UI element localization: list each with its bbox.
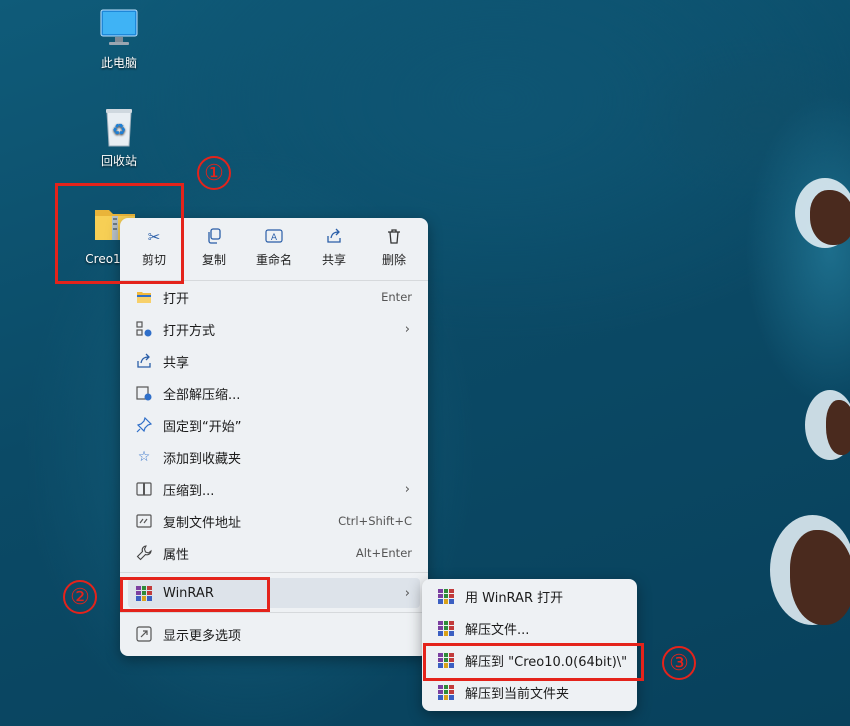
annotation-box-3 (423, 643, 644, 681)
share-button[interactable]: 共享 (308, 228, 360, 274)
wrench-icon (135, 544, 153, 562)
desktop-icon-this-pc[interactable]: 此电脑 (84, 6, 154, 71)
copy-icon (205, 228, 223, 246)
rename-button[interactable]: A 重命名 (248, 228, 300, 274)
menu-item-label: 属性 (163, 547, 190, 563)
menu-item-label: 压缩到... (163, 483, 215, 499)
annotation-marker-1: ① (197, 156, 231, 190)
menu-item-label: 打开方式 (163, 323, 216, 339)
menu-item-add-favorites[interactable]: ☆ 添加到收藏夹 (128, 442, 420, 472)
submenu-item-open-with-winrar[interactable]: 用 WinRAR 打开 (430, 581, 629, 611)
winrar-icon (437, 683, 455, 701)
menu-divider (120, 612, 428, 613)
share-label: 共享 (321, 253, 346, 267)
menu-item-copy-path[interactable]: 复制文件地址 Ctrl+Shift+C (128, 506, 420, 536)
extract-all-icon (135, 384, 153, 402)
trash-icon (385, 228, 403, 246)
pin-icon (135, 416, 153, 434)
menu-item-shortcut: Ctrl+Shift+C (338, 514, 412, 528)
menu-item-pin-to-start[interactable]: 固定到“开始” (128, 410, 420, 440)
chevron-right-icon: › (404, 321, 410, 337)
folder-open-icon (135, 288, 153, 306)
copy-label: 复制 (201, 253, 226, 267)
menu-item-shortcut: Enter (381, 290, 412, 304)
menu-item-shortcut: Alt+Enter (355, 546, 412, 560)
chevron-right-icon: › (404, 481, 410, 497)
menu-item-label: 显示更多选项 (163, 628, 242, 644)
copy-path-icon (135, 512, 153, 530)
desktop-icon-recycle-bin[interactable]: ♻ 回收站 (84, 104, 154, 169)
annotation-marker-3: ③ (662, 646, 696, 680)
submenu-item-extract-here[interactable]: 解压到当前文件夹 (430, 677, 629, 707)
menu-item-label: 解压到当前文件夹 (465, 686, 570, 702)
menu-item-label: 共享 (163, 355, 190, 371)
recycle-bin-icon: ♻ (97, 104, 141, 148)
menu-item-label: 固定到“开始” (163, 419, 242, 435)
rename-icon: A (265, 228, 283, 246)
menu-item-label: 复制文件地址 (163, 515, 242, 531)
star-icon: ☆ (137, 449, 151, 465)
winrar-icon (437, 619, 455, 637)
monitor-icon (97, 6, 141, 50)
menu-divider (120, 572, 428, 573)
rename-label: 重命名 (255, 253, 292, 267)
submenu-item-extract-files[interactable]: 解压文件... (430, 613, 629, 643)
more-options-icon (135, 625, 153, 643)
svg-text:♻: ♻ (112, 120, 126, 139)
svg-text:A: A (271, 233, 278, 243)
compress-icon (135, 480, 153, 498)
chevron-right-icon: › (404, 585, 410, 601)
menu-item-label: 全部解压缩... (163, 387, 241, 403)
share-icon (325, 228, 343, 246)
menu-item-properties[interactable]: 属性 Alt+Enter (128, 538, 420, 568)
annotation-box-1 (55, 183, 184, 284)
annotation-box-2 (120, 577, 270, 612)
menu-item-share[interactable]: 共享 (128, 346, 420, 376)
desktop-icon-label: 此电脑 (100, 56, 137, 70)
winrar-icon (437, 587, 455, 605)
share-icon (135, 352, 153, 370)
desktop-icon-label: 回收站 (100, 154, 137, 168)
menu-item-label: 打开 (163, 291, 190, 307)
menu-item-open[interactable]: 打开 Enter (128, 282, 420, 312)
menu-item-compress-to[interactable]: 压缩到... › (128, 474, 420, 504)
delete-label: 删除 (381, 253, 406, 267)
annotation-marker-2: ② (63, 580, 97, 614)
menu-item-extract-all[interactable]: 全部解压缩... (128, 378, 420, 408)
copy-button[interactable]: 复制 (188, 228, 240, 274)
menu-item-open-with[interactable]: 打开方式 › (128, 314, 420, 344)
menu-item-show-more-options[interactable]: 显示更多选项 (128, 619, 420, 649)
menu-item-label: 解压文件... (465, 622, 530, 638)
delete-button[interactable]: 删除 (368, 228, 420, 274)
menu-item-label: 用 WinRAR 打开 (465, 590, 564, 606)
open-with-icon (135, 320, 153, 338)
menu-item-label: 添加到收藏夹 (163, 451, 242, 467)
